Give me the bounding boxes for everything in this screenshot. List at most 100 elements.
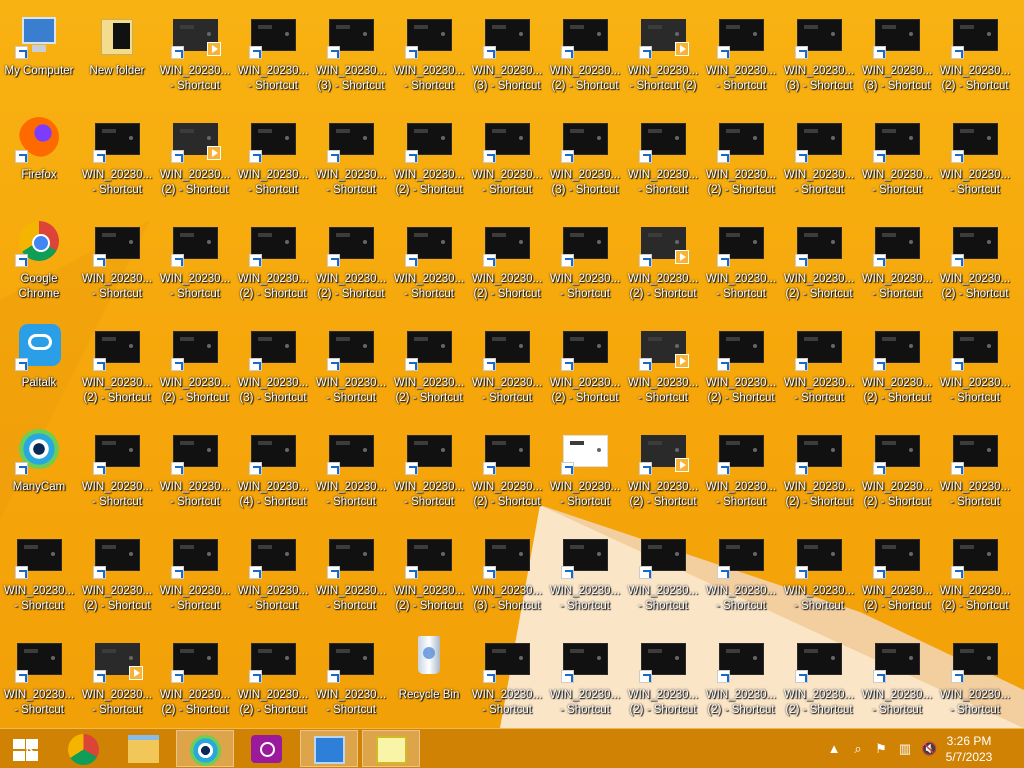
desktop-icon[interactable]: WIN_20230... (2) - Shortcut bbox=[624, 631, 702, 728]
desktop-icon[interactable]: WIN_20230... - Shortcut bbox=[312, 631, 390, 728]
desktop-icon[interactable]: WIN_20230... (2) - Shortcut bbox=[858, 319, 936, 419]
desktop-icon[interactable]: WIN_20230... - Shortcut bbox=[0, 631, 78, 728]
desktop-icon[interactable]: Recycle Bin bbox=[390, 631, 468, 728]
desktop-icon[interactable]: WIN_20230... - Shortcut bbox=[156, 423, 234, 523]
desktop-icon[interactable]: WIN_20230... (2) - Shortcut bbox=[780, 631, 858, 728]
desktop-icon[interactable]: WIN_20230... - Shortcut bbox=[936, 631, 1014, 728]
desktop-icon[interactable]: WIN_20230... - Shortcut bbox=[780, 527, 858, 627]
desktop-icon[interactable]: WIN_20230... (3) - Shortcut bbox=[780, 7, 858, 107]
taskbar-clock[interactable]: 3:26 PM 5/7/2023 bbox=[934, 733, 1004, 765]
desktop-icon[interactable]: WIN_20230... (2) - Shortcut bbox=[390, 319, 468, 419]
desktop-icon[interactable]: My Computer bbox=[0, 7, 78, 107]
desktop-icon[interactable]: WIN_20230... (2) - Shortcut bbox=[390, 111, 468, 211]
desktop-icon[interactable]: WIN_20230... - Shortcut bbox=[936, 319, 1014, 419]
desktop-icon[interactable]: WIN_20230... - Shortcut bbox=[936, 111, 1014, 211]
desktop-icon[interactable]: WIN_20230... (2) - Shortcut bbox=[702, 319, 780, 419]
desktop-icon[interactable]: WIN_20230... - Shortcut bbox=[312, 319, 390, 419]
desktop-icon[interactable]: WIN_20230... - Shortcut bbox=[156, 215, 234, 315]
desktop-icon[interactable]: WIN_20230... - Shortcut bbox=[624, 319, 702, 419]
desktop-icon[interactable]: WIN_20230... (2) - Shortcut bbox=[702, 111, 780, 211]
desktop-icon[interactable]: WIN_20230... - Shortcut bbox=[858, 111, 936, 211]
desktop-icon[interactable]: WIN_20230... - Shortcut bbox=[702, 527, 780, 627]
desktop-icon[interactable]: WIN_20230... - Shortcut bbox=[468, 319, 546, 419]
start-button[interactable]: ↖ bbox=[0, 730, 58, 767]
desktop-icon[interactable]: WIN_20230... (2) - Shortcut bbox=[390, 527, 468, 627]
desktop-icon[interactable]: WIN_20230... - Shortcut bbox=[156, 7, 234, 107]
desktop-icon[interactable]: WIN_20230... (2) - Shortcut bbox=[468, 215, 546, 315]
desktop-icon[interactable]: WIN_20230... (3) - Shortcut bbox=[468, 7, 546, 107]
desktop-icon[interactable]: WIN_20230... - Shortcut bbox=[390, 423, 468, 523]
search-icon[interactable]: ⌕ bbox=[850, 741, 866, 757]
desktop-icon[interactable]: WIN_20230... (2) - Shortcut bbox=[936, 215, 1014, 315]
desktop-icon[interactable]: WIN_20230... (2) - Shortcut bbox=[78, 527, 156, 627]
desktop-icon[interactable]: WIN_20230... (2) - Shortcut bbox=[780, 215, 858, 315]
desktop-icon[interactable]: WIN_20230... - Shortcut bbox=[390, 7, 468, 107]
desktop-icon[interactable]: WIN_20230... (2) - Shortcut bbox=[468, 423, 546, 523]
taskbar-manycam-button[interactable] bbox=[176, 730, 234, 767]
desktop-icon[interactable]: WIN_20230... (4) - Shortcut bbox=[234, 423, 312, 523]
desktop-icon[interactable]: WIN_20230... - Shortcut bbox=[78, 111, 156, 211]
desktop-icon[interactable]: WIN_20230... - Shortcut bbox=[858, 215, 936, 315]
desktop-icon[interactable]: WIN_20230... (2) - Shortcut bbox=[78, 319, 156, 419]
desktop-icon[interactable]: WIN_20230... - Shortcut bbox=[702, 7, 780, 107]
desktop-icon[interactable]: WIN_20230... - Shortcut bbox=[546, 631, 624, 728]
desktop-icon[interactable]: WIN_20230... (2) - Shortcut bbox=[936, 527, 1014, 627]
network-icon[interactable]: ▥ bbox=[897, 741, 913, 757]
desktop-icon[interactable]: Firefox bbox=[0, 111, 78, 211]
desktop-icon[interactable]: WIN_20230... - Shortcut bbox=[78, 423, 156, 523]
desktop-icon[interactable]: WIN_20230... - Shortcut bbox=[312, 423, 390, 523]
desktop-icon[interactable]: WIN_20230... - Shortcut bbox=[312, 527, 390, 627]
desktop-icon[interactable]: WIN_20230... - Shortcut bbox=[234, 527, 312, 627]
desktop-icon[interactable]: WIN_20230... - Shortcut bbox=[702, 423, 780, 523]
desktop-icon[interactable]: WIN_20230... (3) - Shortcut bbox=[234, 319, 312, 419]
taskbar-control-panel-button[interactable] bbox=[300, 730, 358, 767]
desktop-icon[interactable]: WIN_20230... (2) - Shortcut bbox=[858, 423, 936, 523]
desktop-icon[interactable]: WIN_20230... - Shortcut bbox=[312, 111, 390, 211]
desktop-icon[interactable]: WIN_20230... - Shortcut bbox=[156, 527, 234, 627]
desktop-icon[interactable]: WIN_20230... (2) - Shortcut bbox=[156, 631, 234, 728]
desktop-icon[interactable]: WIN_20230... (2) - Shortcut bbox=[624, 215, 702, 315]
desktop-icon[interactable]: WIN_20230... (2) - Shortcut bbox=[312, 215, 390, 315]
desktop-icon[interactable]: WIN_20230... - Shortcut bbox=[546, 215, 624, 315]
desktop-icon[interactable]: WIN_20230... (2) - Shortcut bbox=[936, 7, 1014, 107]
desktop-icon[interactable]: WIN_20230... - Shortcut bbox=[234, 7, 312, 107]
desktop-icon[interactable]: WIN_20230... - Shortcut bbox=[624, 527, 702, 627]
desktop-icon[interactable]: WIN_20230... - Shortcut bbox=[546, 527, 624, 627]
desktop-icon[interactable]: WIN_20230... - Shortcut bbox=[78, 215, 156, 315]
taskbar-camera-button[interactable] bbox=[238, 730, 296, 767]
desktop-icon[interactable]: New folder bbox=[78, 7, 156, 107]
desktop-icon[interactable]: WIN_20230... (2) - Shortcut bbox=[702, 631, 780, 728]
desktop-icon[interactable]: WIN_20230... - Shortcut bbox=[936, 423, 1014, 523]
desktop-icon[interactable]: Paltalk bbox=[0, 319, 78, 419]
desktop-icon[interactable]: WIN_20230... (2) - Shortcut bbox=[546, 319, 624, 419]
desktop-icon[interactable]: ManyCam bbox=[0, 423, 78, 523]
desktop-icon[interactable]: WIN_20230... (2) - Shortcut bbox=[156, 319, 234, 419]
desktop-icon[interactable]: WIN_20230... (2) - Shortcut bbox=[546, 7, 624, 107]
taskbar-chrome-button[interactable] bbox=[55, 730, 113, 767]
desktop-icon[interactable]: WIN_20230... - Shortcut bbox=[780, 111, 858, 211]
desktop-icon[interactable]: WIN_20230... - Shortcut bbox=[780, 319, 858, 419]
desktop-icon[interactable]: WIN_20230... - Shortcut bbox=[0, 527, 78, 627]
desktop-icon[interactable]: WIN_20230... - Shortcut bbox=[390, 215, 468, 315]
desktop-icon[interactable]: WIN_20230... (3) - Shortcut bbox=[312, 7, 390, 107]
desktop-icon[interactable]: WIN_20230... (3) - Shortcut bbox=[858, 7, 936, 107]
desktop-icon[interactable]: WIN_20230... - Shortcut bbox=[546, 423, 624, 523]
desktop-icon[interactable]: WIN_20230... (2) - Shortcut bbox=[156, 111, 234, 211]
desktop-icon[interactable]: WIN_20230... (3) - Shortcut bbox=[546, 111, 624, 211]
desktop-icon[interactable]: WIN_20230... (2) - Shortcut bbox=[780, 423, 858, 523]
desktop-icon[interactable]: WIN_20230... (2) - Shortcut bbox=[858, 527, 936, 627]
desktop-icon[interactable]: WIN_20230... - Shortcut bbox=[858, 631, 936, 728]
taskbar-notepad-plus-plus-button[interactable] bbox=[362, 730, 420, 767]
desktop-icon[interactable]: WIN_20230... (2) - Shortcut bbox=[234, 215, 312, 315]
desktop-icon[interactable]: WIN_20230... - Shortcut bbox=[468, 111, 546, 211]
desktop-icon[interactable]: WIN_20230... (3) - Shortcut bbox=[468, 527, 546, 627]
taskbar-file-explorer-button[interactable] bbox=[115, 730, 173, 767]
desktop-icon[interactable]: WIN_20230... - Shortcut bbox=[702, 215, 780, 315]
desktop-icon[interactable]: WIN_20230... - Shortcut bbox=[234, 111, 312, 211]
desktop-icon[interactable]: WIN_20230... - Shortcut bbox=[78, 631, 156, 728]
show-hidden-icons-icon[interactable]: ▲ bbox=[826, 741, 842, 757]
action-center-icon[interactable]: ⚑ bbox=[873, 741, 889, 757]
desktop-icon[interactable]: WIN_20230... (2) - Shortcut bbox=[624, 423, 702, 523]
desktop[interactable]: My Computer New folder WIN_20230... - Short… bbox=[0, 0, 1024, 728]
desktop-icon[interactable]: WIN_20230... - Shortcut bbox=[468, 631, 546, 728]
